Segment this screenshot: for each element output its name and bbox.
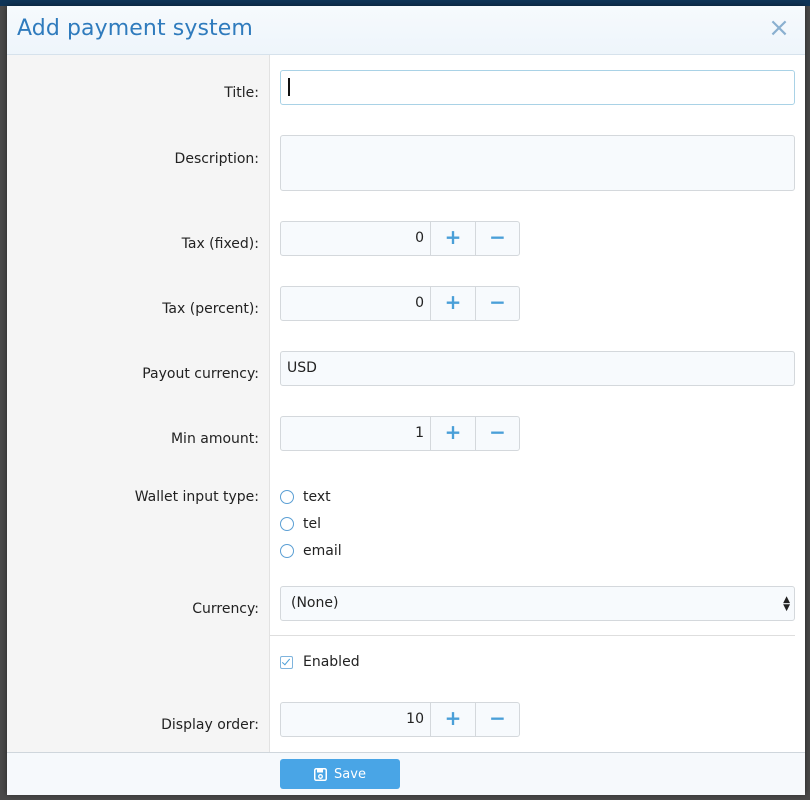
description-label: Description:	[174, 151, 259, 167]
radio-label: email	[303, 543, 342, 559]
dialog-footer: Save	[7, 752, 805, 795]
display-order-label: Display order:	[161, 717, 259, 733]
dialog-body: Title: Description: Tax (fixed): 0 + − T…	[7, 55, 805, 752]
enabled-label: Enabled	[303, 654, 360, 670]
tax-fixed-decrement-button[interactable]: −	[476, 222, 519, 255]
currency-select[interactable]: (None) ▲ ▼	[280, 586, 795, 621]
payout-currency-input[interactable]: USD	[280, 351, 795, 386]
radio-button[interactable]	[280, 544, 294, 558]
close-icon[interactable]: ×	[767, 15, 791, 41]
floppy-disk-icon	[314, 767, 328, 781]
tax-percent-stepper: 0 + −	[280, 286, 520, 321]
add-payment-system-dialog: Add payment system × Title: Description:…	[7, 6, 805, 795]
radio-option-email[interactable]: email	[280, 541, 342, 561]
min-amount-increment-button[interactable]: +	[431, 417, 476, 450]
tax-percent-increment-button[interactable]: +	[431, 287, 476, 320]
min-amount-label: Min amount:	[170, 431, 259, 447]
enabled-checkbox[interactable]	[280, 655, 293, 669]
select-arrows-icon: ▲ ▼	[783, 595, 790, 613]
currency-selected-value: (None)	[291, 595, 339, 611]
tax-fixed-stepper: 0 + −	[280, 221, 520, 256]
tax-fixed-increment-button[interactable]: +	[431, 222, 476, 255]
dialog-header: Add payment system ×	[7, 6, 805, 55]
enabled-checkbox-row[interactable]: Enabled	[280, 652, 360, 672]
tax-percent-decrement-button[interactable]: −	[476, 287, 519, 320]
text-caret	[288, 78, 290, 96]
radio-label: text	[303, 489, 331, 505]
tax-fixed-input[interactable]: 0	[281, 222, 431, 255]
save-label: Save	[334, 766, 366, 782]
min-amount-input[interactable]: 1	[281, 417, 431, 450]
wallet-input-type-label: Wallet input type:	[134, 489, 259, 505]
payout-currency-label: Payout currency:	[142, 366, 259, 382]
description-textarea[interactable]	[280, 135, 795, 191]
display-order-increment-button[interactable]: +	[431, 703, 476, 736]
radio-option-text[interactable]: text	[280, 487, 331, 507]
dialog-title: Add payment system	[17, 16, 253, 41]
radio-option-tel[interactable]: tel	[280, 514, 321, 534]
currency-label: Currency:	[192, 601, 259, 617]
tax-fixed-label: Tax (fixed):	[181, 236, 259, 252]
tax-percent-input[interactable]: 0	[281, 287, 431, 320]
section-divider	[270, 635, 795, 636]
min-amount-decrement-button[interactable]: −	[476, 417, 519, 450]
title-label: Title:	[224, 85, 259, 101]
title-input[interactable]	[280, 70, 795, 105]
radio-label: tel	[303, 516, 321, 532]
display-order-decrement-button[interactable]: −	[476, 703, 519, 736]
save-button[interactable]: Save	[280, 759, 400, 789]
radio-button[interactable]	[280, 517, 294, 531]
radio-button[interactable]	[280, 490, 294, 504]
tax-percent-label: Tax (percent):	[162, 301, 259, 317]
display-order-input[interactable]: 10	[281, 703, 431, 736]
min-amount-stepper: 1 + −	[280, 416, 520, 451]
display-order-stepper: 10 + −	[280, 702, 520, 737]
